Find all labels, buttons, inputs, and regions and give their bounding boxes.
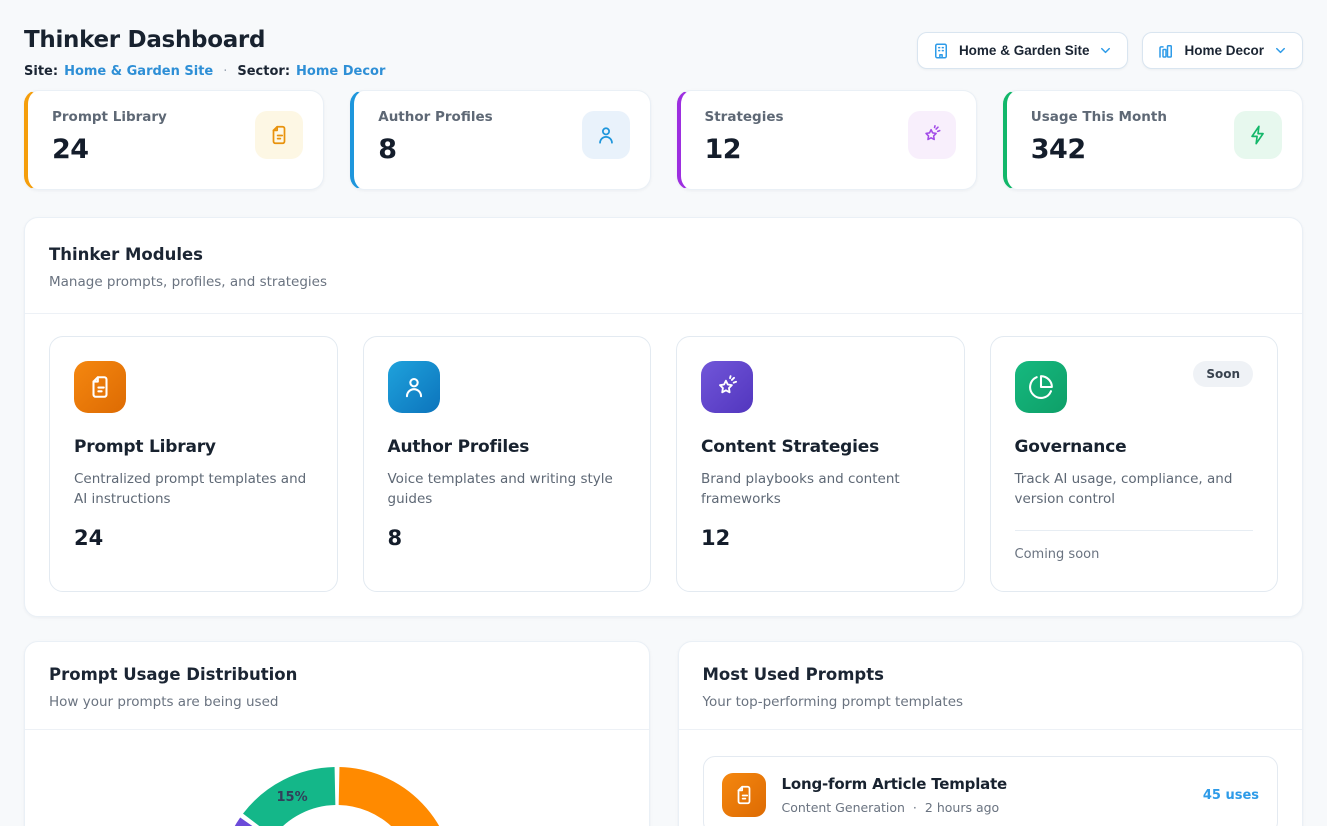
module-card-content-strategies[interactable]: Content Strategies Brand playbooks and c…: [676, 336, 965, 592]
bar-chart-icon: [1157, 42, 1175, 60]
prompt-title: Long-form Article Template: [782, 775, 1187, 793]
stat-value: 342: [1031, 134, 1167, 165]
page-title: Thinker Dashboard: [24, 26, 385, 54]
sector-label: Sector:: [237, 63, 290, 80]
module-description: Voice templates and writing style guides: [388, 469, 627, 510]
header-controls: Home & Garden Site Home Decor: [917, 32, 1303, 69]
module-title: Governance: [1015, 437, 1254, 457]
soon-badge: Soon: [1193, 361, 1253, 387]
module-description: Brand playbooks and content frameworks: [701, 469, 940, 510]
stat-label: Strategies: [705, 109, 784, 126]
site-selector-label: Home & Garden Site: [959, 43, 1090, 58]
modules-panel-subtitle: Manage prompts, profiles, and strategies: [49, 273, 1278, 291]
meta-dot: ·: [913, 800, 917, 815]
stat-value: 12: [705, 134, 784, 165]
most-used-prompts-card: Most Used Prompts Your top-performing pr…: [678, 641, 1304, 826]
site-label: Site:: [24, 63, 58, 80]
building-icon: [932, 42, 950, 60]
modules-panel: Thinker Modules Manage prompts, profiles…: [24, 217, 1303, 617]
stat-label: Author Profiles: [378, 109, 492, 126]
breadcrumb: Site: Home & Garden Site · Sector: Home …: [24, 63, 385, 80]
module-title: Prompt Library: [74, 437, 313, 457]
prompt-time: 2 hours ago: [925, 800, 999, 815]
breadcrumb-dot: ·: [219, 63, 231, 80]
stat-card-author-profiles: Author Profiles 8: [350, 90, 650, 190]
sector-selector[interactable]: Home Decor: [1142, 32, 1303, 69]
svg-text:15%: 15%: [276, 790, 307, 805]
usage-card-header: Prompt Usage Distribution How your promp…: [25, 642, 649, 730]
stat-card-strategies: Strategies 12: [677, 90, 977, 190]
module-card-author-profiles[interactable]: Author Profiles Voice templates and writ…: [363, 336, 652, 592]
module-count: 8: [388, 526, 627, 550]
page-header: Thinker Dashboard Site: Home & Garden Si…: [24, 26, 1303, 80]
stats-row: Prompt Library 24 Author Profiles 8: [24, 90, 1303, 190]
lightning-icon: [1234, 111, 1282, 159]
stat-label: Usage This Month: [1031, 109, 1167, 126]
bottom-row: Prompt Usage Distribution How your promp…: [24, 641, 1303, 826]
prompt-list-item[interactable]: Long-form Article Template Content Gener…: [703, 756, 1279, 826]
divider: [1015, 530, 1254, 531]
document-icon: [74, 361, 126, 413]
modules-panel-header: Thinker Modules Manage prompts, profiles…: [25, 218, 1302, 314]
site-selector[interactable]: Home & Garden Site: [917, 32, 1129, 69]
user-icon: [388, 361, 440, 413]
dashboard-page: Thinker Dashboard Site: Home & Garden Si…: [0, 0, 1327, 826]
stat-label: Prompt Library: [52, 109, 167, 126]
prompts-card-header: Most Used Prompts Your top-performing pr…: [679, 642, 1303, 730]
module-count: 12: [701, 526, 940, 550]
module-count: 24: [74, 526, 313, 550]
usage-donut-chart: 15%: [25, 730, 649, 826]
usage-distribution-card: Prompt Usage Distribution How your promp…: [24, 641, 650, 826]
usage-card-subtitle: How your prompts are being used: [49, 693, 625, 711]
stat-value: 8: [378, 134, 492, 165]
stat-card-prompt-library: Prompt Library 24: [24, 90, 324, 190]
site-link[interactable]: Home & Garden Site: [64, 63, 213, 80]
module-card-prompt-library[interactable]: Prompt Library Centralized prompt templa…: [49, 336, 338, 592]
module-card-governance[interactable]: Soon Governance Track AI usage, complian…: [990, 336, 1279, 592]
modules-panel-title: Thinker Modules: [49, 244, 1278, 265]
module-description: Track AI usage, compliance, and version …: [1015, 469, 1254, 510]
prompt-uses-badge: 45 uses: [1203, 788, 1259, 803]
header-titles: Thinker Dashboard Site: Home & Garden Si…: [24, 26, 385, 80]
prompt-category: Content Generation: [782, 800, 905, 815]
document-icon: [255, 111, 303, 159]
modules-grid: Prompt Library Centralized prompt templa…: [25, 314, 1302, 616]
pie-chart-icon: [1015, 361, 1067, 413]
user-icon: [582, 111, 630, 159]
prompts-card-subtitle: Your top-performing prompt templates: [703, 693, 1279, 711]
star-sparkle-icon: [908, 111, 956, 159]
star-sparkle-icon: [701, 361, 753, 413]
module-title: Author Profiles: [388, 437, 627, 457]
donut-chart: 15%: [217, 765, 457, 826]
stat-value: 24: [52, 134, 167, 165]
stat-card-usage: Usage This Month 342: [1003, 90, 1303, 190]
chevron-down-icon: [1273, 43, 1288, 58]
sector-selector-label: Home Decor: [1184, 43, 1264, 58]
prompts-card-title: Most Used Prompts: [703, 664, 1279, 685]
prompt-meta: Content Generation · 2 hours ago: [782, 800, 1187, 815]
usage-card-title: Prompt Usage Distribution: [49, 664, 625, 685]
document-icon: [722, 773, 766, 817]
chevron-down-icon: [1098, 43, 1113, 58]
module-title: Content Strategies: [701, 437, 940, 457]
module-footer: Coming soon: [1015, 547, 1254, 562]
sector-link[interactable]: Home Decor: [296, 63, 385, 80]
prompt-list: Long-form Article Template Content Gener…: [679, 730, 1303, 826]
module-description: Centralized prompt templates and AI inst…: [74, 469, 313, 510]
